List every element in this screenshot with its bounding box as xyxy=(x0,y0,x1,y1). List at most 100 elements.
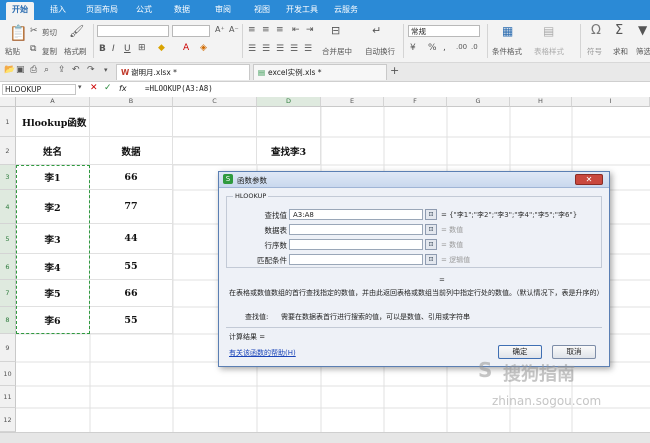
align-middle-icon[interactable]: ≡ xyxy=(262,25,270,35)
number-format-combo[interactable]: 常规 xyxy=(408,25,480,37)
clear-format-icon[interactable]: ◈ xyxy=(200,43,207,53)
range-select-icon[interactable]: ⊡ xyxy=(425,209,437,220)
open-folder-icon[interactable]: 📂 xyxy=(4,65,15,75)
font-name-combo[interactable] xyxy=(97,25,169,37)
row-header[interactable]: 6 xyxy=(0,254,16,280)
merge-icon[interactable]: ⊟ xyxy=(331,24,340,37)
arg-input-lookup-value[interactable]: A3:A8 xyxy=(289,209,423,220)
border-icon[interactable]: ⊞ xyxy=(138,43,146,53)
undo-icon[interactable]: ↶ xyxy=(72,65,80,75)
column-header[interactable]: F xyxy=(384,97,447,107)
menu-insert[interactable]: 插入 xyxy=(50,4,66,15)
cancel-formula-icon[interactable]: ✕ xyxy=(90,83,98,93)
column-header[interactable]: D xyxy=(257,97,321,107)
merge-center-button[interactable]: 合并居中 xyxy=(322,46,352,57)
column-header[interactable]: E xyxy=(321,97,384,107)
new-tab-icon[interactable]: + xyxy=(390,64,399,77)
arg-input-table[interactable] xyxy=(289,224,423,235)
align-center-icon[interactable]: ☰ xyxy=(262,44,270,54)
align-right-icon[interactable]: ☰ xyxy=(276,44,284,54)
outdent-icon[interactable]: ⇥ xyxy=(306,25,314,35)
cut-button[interactable]: 剪切 xyxy=(42,27,57,38)
dialog-title-bar[interactable]: S 函数参数 ✕ xyxy=(219,172,609,188)
column-header[interactable]: C xyxy=(173,97,257,107)
italic-icon[interactable]: I xyxy=(112,44,115,54)
formula-input[interactable]: =HLOOKUP(A3:A8) xyxy=(145,84,213,93)
tab-document-1[interactable]: W 谢明月.xlsx * xyxy=(116,64,250,80)
format-painter-button[interactable]: 格式刷 xyxy=(64,46,87,57)
bold-icon[interactable]: B xyxy=(99,44,106,54)
quick-access-dropdown-icon[interactable]: ▾ xyxy=(104,66,108,74)
row-header[interactable]: 5 xyxy=(0,224,16,254)
column-header[interactable]: G xyxy=(447,97,510,107)
arg-input-range-lookup[interactable] xyxy=(289,254,423,265)
table-style-icon[interactable]: ▤ xyxy=(543,24,554,38)
funnel-icon[interactable]: ▼ xyxy=(638,23,647,37)
filter-button[interactable]: 筛选 xyxy=(636,46,650,57)
row-header[interactable]: 3 xyxy=(0,165,16,190)
row-header[interactable]: 11 xyxy=(0,386,16,408)
shrink-font-icon[interactable]: A⁻ xyxy=(229,25,239,34)
omega-icon[interactable]: Ω xyxy=(591,23,601,38)
menu-formulas[interactable]: 公式 xyxy=(136,4,152,15)
row-header[interactable]: 4 xyxy=(0,190,16,224)
paste-icon[interactable]: 📋 xyxy=(9,24,28,42)
scissors-icon[interactable]: ✂ xyxy=(30,26,38,36)
column-header[interactable]: I xyxy=(572,97,650,107)
underline-icon[interactable]: U xyxy=(124,44,131,54)
tab-document-2[interactable]: ▤ excel实例.xls * xyxy=(253,64,387,80)
row-header[interactable]: 1 xyxy=(0,107,16,137)
symbol-button[interactable]: 符号 xyxy=(587,46,602,57)
align-left-icon[interactable]: ☰ xyxy=(248,44,256,54)
font-color-icon[interactable]: A xyxy=(183,43,189,53)
row-header[interactable]: 2 xyxy=(0,137,16,165)
row-header[interactable]: 10 xyxy=(0,362,16,386)
wrap-text-button[interactable]: 自动换行 xyxy=(365,46,395,57)
ok-button[interactable]: 确定 xyxy=(498,345,542,359)
confirm-formula-icon[interactable]: ✓ xyxy=(104,83,112,93)
name-box-dropdown-icon[interactable]: ▾ xyxy=(78,83,82,91)
row-header[interactable]: 8 xyxy=(0,307,16,334)
copy-button[interactable]: 复制 xyxy=(42,46,57,57)
brush-icon[interactable]: 🖌 xyxy=(69,24,84,38)
print-preview-icon[interactable]: ⌕ xyxy=(44,65,49,75)
menu-cloud[interactable]: 云服务 xyxy=(334,4,358,15)
sum-button[interactable]: 求和 xyxy=(613,46,628,57)
percent-icon[interactable]: % xyxy=(428,43,437,53)
paste-button[interactable]: 粘贴 xyxy=(5,46,20,57)
range-select-icon[interactable]: ⊡ xyxy=(425,239,437,250)
select-all-corner[interactable] xyxy=(0,97,16,107)
align-bottom-icon[interactable]: ≡ xyxy=(276,25,284,35)
increase-decimal-icon[interactable]: .00 xyxy=(456,43,467,51)
fill-color-icon[interactable]: ◆ xyxy=(158,43,165,53)
menu-page-layout[interactable]: 页面布局 xyxy=(86,4,118,15)
thousands-icon[interactable]: , xyxy=(443,43,446,53)
menu-review[interactable]: 审阅 xyxy=(215,4,231,15)
export-icon[interactable]: ⇪ xyxy=(58,65,66,75)
wrap-icon[interactable]: ↵ xyxy=(372,24,381,37)
name-box[interactable]: HLOOKUP xyxy=(2,84,76,95)
conditional-format-button[interactable]: 条件格式 xyxy=(492,46,522,57)
print-icon[interactable]: ⎙ xyxy=(30,65,37,75)
column-header[interactable]: B xyxy=(90,97,173,107)
save-icon[interactable]: ▣ xyxy=(16,65,25,75)
close-icon[interactable]: ✕ xyxy=(575,174,603,185)
copy-icon[interactable]: ⧉ xyxy=(30,44,36,54)
sigma-icon[interactable]: Σ xyxy=(615,23,623,38)
range-select-icon[interactable]: ⊡ xyxy=(425,224,437,235)
indent-icon[interactable]: ⇤ xyxy=(292,25,300,35)
row-header[interactable]: 7 xyxy=(0,280,16,307)
font-size-combo[interactable] xyxy=(172,25,210,37)
range-select-icon[interactable]: ⊡ xyxy=(425,254,437,265)
fx-icon[interactable]: fx xyxy=(119,84,127,93)
column-header[interactable]: H xyxy=(510,97,572,107)
row-header[interactable]: 9 xyxy=(0,334,16,362)
arg-input-row-index[interactable] xyxy=(289,239,423,250)
table-style-button[interactable]: 表格样式 xyxy=(534,46,564,57)
row-header[interactable]: 12 xyxy=(0,408,16,432)
grow-font-icon[interactable]: A⁺ xyxy=(215,25,225,34)
decrease-decimal-icon[interactable]: .0 xyxy=(471,43,478,51)
column-header[interactable]: A xyxy=(16,97,90,107)
currency-icon[interactable]: ¥ xyxy=(410,43,416,53)
help-link[interactable]: 有关该函数的帮助(H) xyxy=(229,348,296,358)
